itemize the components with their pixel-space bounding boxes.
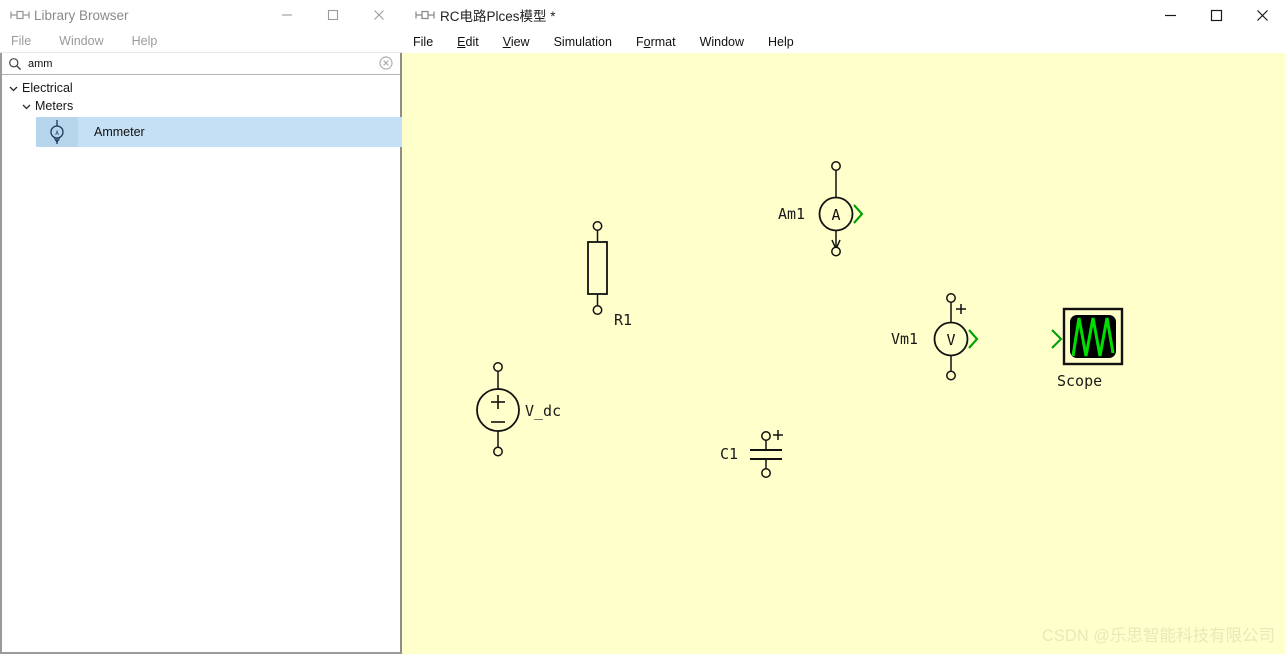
tree-node-electrical[interactable]: Electrical bbox=[2, 79, 400, 97]
menu-format[interactable]: Format bbox=[636, 35, 676, 49]
tree-node-label-meters: Meters bbox=[35, 99, 74, 113]
model-title-text: RC电路Plces模型 * bbox=[440, 9, 556, 24]
simulink-block-icon bbox=[414, 7, 436, 23]
library-menu-file[interactable]: File bbox=[11, 34, 31, 48]
library-menu-help[interactable]: Help bbox=[132, 34, 158, 48]
library-browser-window: Library Browser File Window Help amm Ele… bbox=[0, 0, 402, 654]
menu-window[interactable]: Window bbox=[700, 35, 744, 49]
model-canvas[interactable]: A V R1 Am1 Vm1 Scope V_dc C1 CSDN @乐思智能科… bbox=[402, 53, 1285, 654]
block-scope bbox=[1051, 307, 1124, 366]
minimize-button[interactable] bbox=[264, 0, 310, 30]
block-label-r1: R1 bbox=[614, 311, 633, 329]
svg-text:V: V bbox=[946, 331, 955, 349]
ammeter-block-icon: A bbox=[36, 117, 78, 147]
block-ammeter-am1: A bbox=[818, 161, 864, 257]
svg-text:A: A bbox=[831, 206, 840, 224]
library-title-bar[interactable]: Library Browser bbox=[0, 0, 402, 30]
block-resistor-r1 bbox=[587, 221, 608, 315]
menu-file-label: File bbox=[413, 34, 434, 49]
menu-simulation[interactable]: Simulation bbox=[554, 35, 612, 49]
menu-file[interactable]: File bbox=[413, 35, 433, 49]
library-title-text: Library Browser bbox=[34, 7, 129, 23]
close-button[interactable] bbox=[1239, 0, 1285, 30]
block-label-c1: C1 bbox=[720, 445, 739, 463]
block-label-scope: Scope bbox=[1057, 372, 1103, 390]
library-item-ammeter[interactable]: A Ammeter bbox=[36, 117, 402, 147]
model-window-controls bbox=[1147, 0, 1285, 30]
library-item-label-ammeter: Ammeter bbox=[94, 125, 145, 139]
library-search-bar[interactable] bbox=[2, 53, 400, 75]
library-body: Electrical Meters bbox=[0, 53, 402, 654]
library-tree: Electrical Meters A Ammeter bbox=[2, 75, 402, 147]
menu-help[interactable]: Help bbox=[768, 35, 794, 49]
block-dc-source-vdc bbox=[476, 362, 520, 457]
tree-node-meters[interactable]: Meters bbox=[2, 97, 400, 115]
library-window-controls bbox=[264, 0, 402, 30]
model-title-bar[interactable]: RC电路Plces模型 * bbox=[402, 0, 1285, 30]
model-menu-bar: File Edit View Simulation Format Window … bbox=[402, 30, 1285, 54]
search-icon bbox=[8, 57, 22, 71]
watermark: CSDN @乐思智能科技有限公司 bbox=[1041, 627, 1275, 645]
app-root: Library Browser File Window Help amm Ele… bbox=[0, 0, 1285, 654]
menu-view[interactable]: View bbox=[503, 35, 530, 49]
maximize-button[interactable] bbox=[1193, 0, 1239, 30]
close-button[interactable] bbox=[356, 0, 402, 30]
block-voltmeter-vm1: V bbox=[933, 293, 979, 381]
canvas-blocks: A V bbox=[476, 161, 1124, 478]
model-window: RC电路Plces模型 * File Edit View Simulation … bbox=[402, 0, 1285, 654]
block-label-vdc: V_dc bbox=[525, 402, 562, 420]
block-label-am1: Am1 bbox=[778, 205, 806, 223]
tree-node-label-electrical: Electrical bbox=[22, 81, 73, 95]
block-capacitor-c1 bbox=[750, 430, 783, 478]
chevron-down-icon[interactable] bbox=[7, 82, 19, 94]
simulink-block-icon bbox=[9, 7, 31, 23]
menu-window-label: Window bbox=[699, 34, 745, 49]
menu-simulation-label: Simulation bbox=[553, 34, 612, 49]
clear-search-icon[interactable] bbox=[379, 56, 393, 70]
menu-edit[interactable]: Edit bbox=[457, 35, 479, 49]
block-label-vm1: Vm1 bbox=[891, 330, 919, 348]
library-menu-bar: File Window Help bbox=[0, 30, 402, 53]
library-menu-window[interactable]: Window bbox=[59, 34, 103, 48]
minimize-button[interactable] bbox=[1147, 0, 1193, 30]
svg-text:A: A bbox=[55, 130, 59, 137]
search-input[interactable] bbox=[28, 57, 348, 70]
menu-help-label: Help bbox=[768, 34, 794, 49]
chevron-down-icon[interactable] bbox=[20, 100, 32, 112]
maximize-button[interactable] bbox=[310, 0, 356, 30]
